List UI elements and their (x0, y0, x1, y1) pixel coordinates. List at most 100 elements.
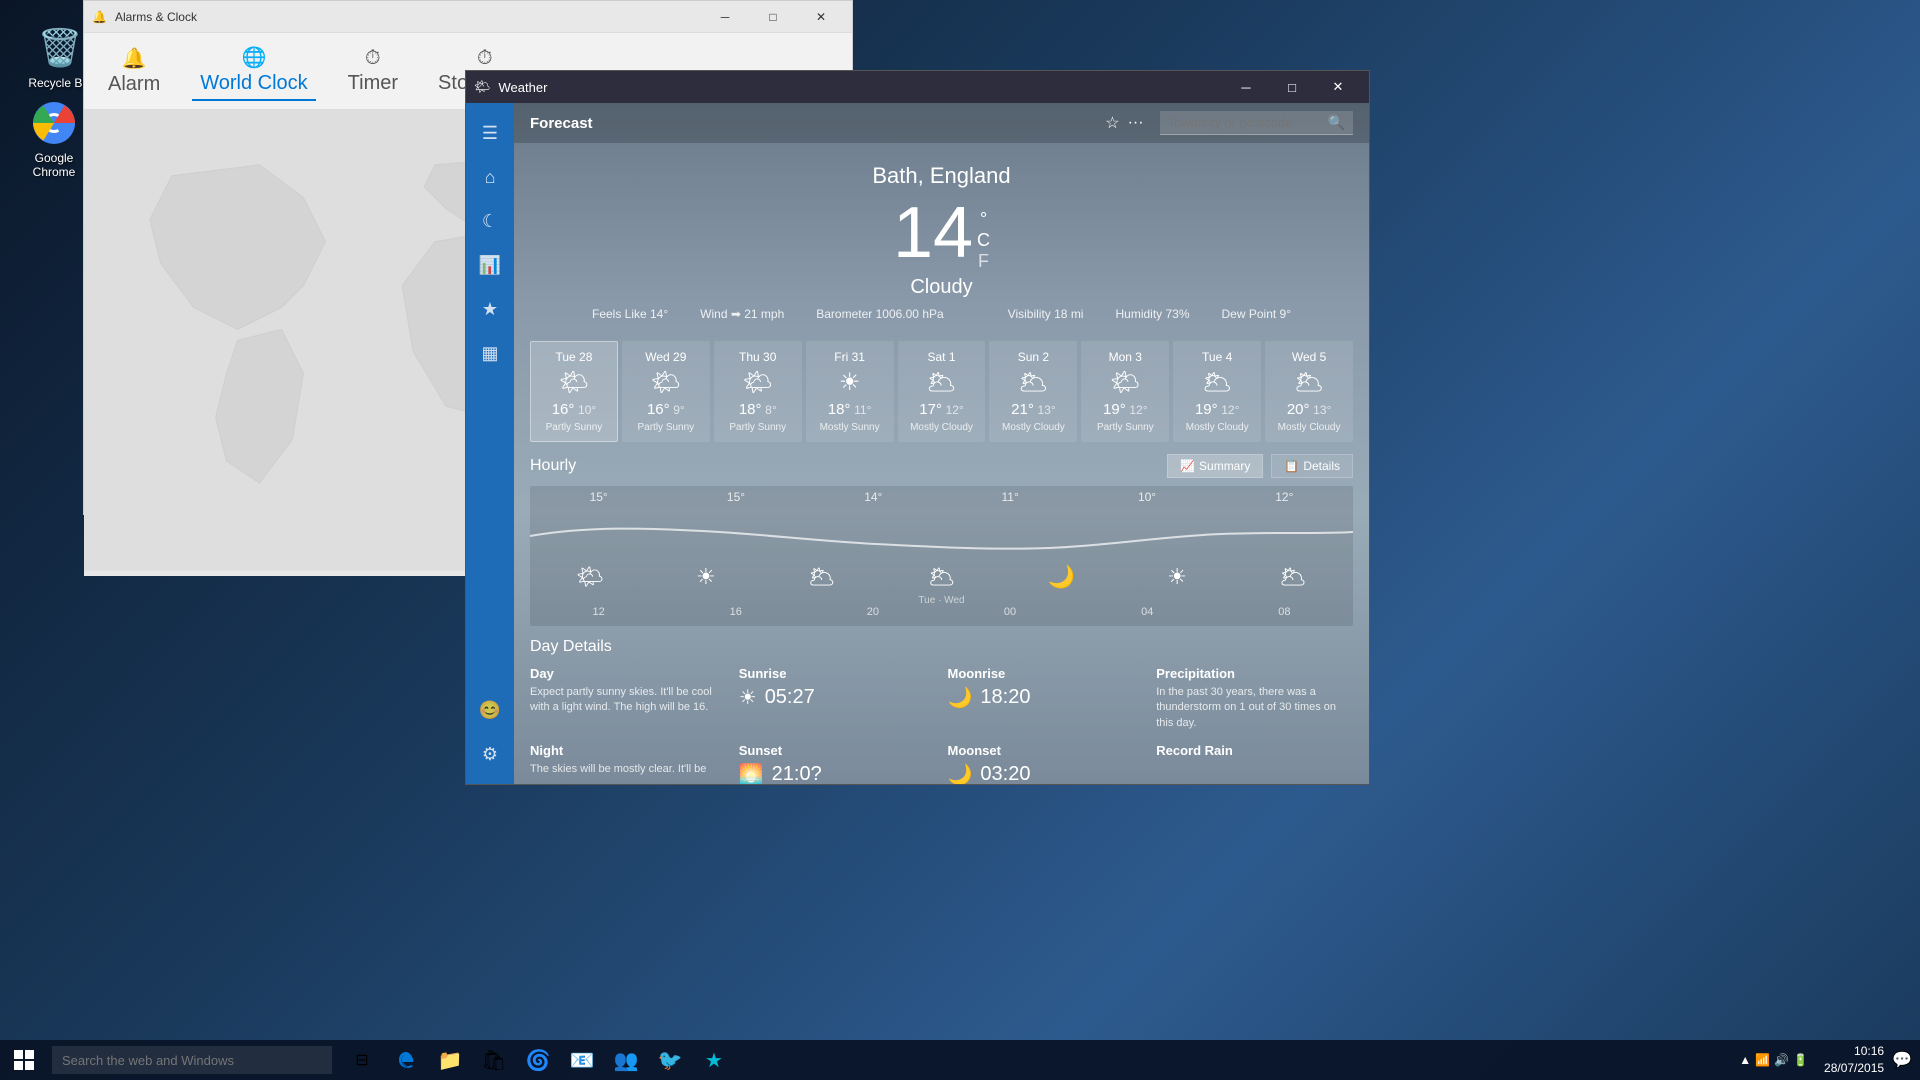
time-label-20: 20 (867, 606, 879, 618)
details-label: Details (1303, 459, 1340, 473)
forecast-day-temps: 16° 9° (629, 401, 703, 418)
forecast-day-2[interactable]: Thu 30 🌤 18° 8° Partly Sunny (714, 341, 802, 442)
taskbar-right: ▲ 📶 🔊 🔋 10:16 28/07/2015 💬 (1739, 1043, 1920, 1077)
day-detail-label: Day (530, 666, 727, 681)
forecast-day-icon: 🌥 (1272, 368, 1346, 397)
sunset-label: Sunset (739, 743, 936, 758)
taskbar-edge-icon[interactable] (384, 1040, 428, 1080)
forecast-day-4[interactable]: Sat 1 🌥 17° 12° Mostly Cloudy (898, 341, 986, 442)
sidebar-home-icon[interactable]: ⌂ (466, 155, 514, 199)
fahrenheit-button[interactable]: F (977, 251, 990, 272)
sunset-detail-card: Sunset 🌅 21:0? (739, 743, 936, 784)
moonrise-label: Moonrise (948, 666, 1145, 681)
hourly-temp-labels: 15° 15° 14° 11° 10° 12° (530, 490, 1353, 504)
taskbar-weather-icon[interactable]: ★ (692, 1040, 736, 1080)
tray-network-icon[interactable]: 📶 (1755, 1053, 1770, 1067)
notifications-icon[interactable]: 💬 (1892, 1050, 1912, 1070)
forecast-day-name: Fri 31 (813, 350, 887, 364)
taskbar-explorer-icon[interactable]: 📁 (428, 1040, 472, 1080)
weather-body: ☰ ⌂ ☾ 📊 ★ ▦ 😊 ⚙ Forecast ☆ ··· 🔍 (466, 103, 1369, 784)
more-options-icon[interactable]: ··· (1128, 114, 1144, 132)
favorite-icon[interactable]: ☆ (1105, 113, 1119, 133)
taskbar-twitter-icon[interactable]: 🐦 (648, 1040, 692, 1080)
sidebar-menu-icon[interactable]: ☰ (466, 111, 514, 155)
sidebar-favorites-icon[interactable]: ★ (466, 287, 514, 331)
weather-section-title: Forecast (530, 115, 1105, 132)
sidebar-settings-icon[interactable]: ⚙ (466, 732, 514, 776)
celsius-button[interactable]: C (977, 230, 990, 251)
alarm-minimize-button[interactable]: ─ (702, 1, 748, 33)
start-button[interactable] (0, 1040, 48, 1080)
taskbar-task-view-icon[interactable]: ⊟ (340, 1040, 384, 1080)
forecast-day-icon: 🌥 (1180, 368, 1254, 397)
nav-timer[interactable]: ⏱ Timer (340, 43, 406, 99)
forecast-day-0[interactable]: Tue 28 🌤 16° 10° Partly Sunny (530, 341, 618, 442)
alarm-app-icon: 🔔 (92, 10, 107, 24)
taskbar-mail-icon[interactable]: 📧 (560, 1040, 604, 1080)
chrome-icon[interactable]: Google Chrome (14, 95, 94, 183)
tray-volume-icon[interactable]: 🔊 (1774, 1053, 1789, 1067)
weather-header-actions: ☆ ··· 🔍 (1105, 111, 1353, 135)
temp-units: ° C F (977, 209, 990, 272)
tray-battery-icon[interactable]: 🔋 (1793, 1053, 1808, 1067)
moonset-value: 🌙 03:20 (948, 762, 1145, 784)
current-temp-row: 14 ° C F (514, 197, 1369, 272)
details-button[interactable]: 📋 Details (1271, 454, 1353, 478)
forecast-desc: Mostly Cloudy (905, 422, 979, 433)
forecast-day-7[interactable]: Tue 4 🌥 19° 12° Mostly Cloudy (1173, 341, 1261, 442)
sunset-icon: 🌅 (739, 762, 764, 784)
forecast-high: 16° (647, 401, 670, 418)
weather-maximize-button[interactable]: □ (1269, 71, 1315, 103)
weather-search-input[interactable] (1168, 111, 1328, 134)
forecast-day-8[interactable]: Wed 5 🌥 20° 13° Mostly Cloudy (1265, 341, 1353, 442)
forecast-high: 18° (739, 401, 762, 418)
precipitation-text: In the past 30 years, there was a thunde… (1156, 685, 1353, 731)
taskbar-people-icon[interactable]: 👥 (604, 1040, 648, 1080)
hourly-icon-0: 🌤 (576, 564, 604, 590)
chrome-label: Google Chrome (18, 151, 90, 179)
forecast-day-name: Thu 30 (721, 350, 795, 364)
weather-window-title: Weather (499, 80, 1223, 95)
forecast-day-name: Wed 29 (629, 350, 703, 364)
hourly-icon-6: 🌥 (1279, 564, 1307, 590)
nav-alarm[interactable]: 🔔 Alarm (100, 42, 168, 100)
alarm-maximize-button[interactable]: □ (750, 1, 796, 33)
taskbar-chrome-icon[interactable]: 🌀 (516, 1040, 560, 1080)
taskbar-search-input[interactable] (52, 1046, 332, 1074)
sidebar-location-icon[interactable]: 😊 (466, 688, 514, 732)
moonrise-icon: 🌙 (948, 685, 973, 710)
forecast-day-temps: 21° 13° (996, 401, 1070, 418)
weather-close-button[interactable]: ✕ (1315, 71, 1361, 103)
forecast-day-icon: 🌤 (537, 368, 611, 397)
sidebar-historical-icon[interactable]: ▦ (466, 331, 514, 375)
temp-label-00: 11° (1002, 490, 1019, 504)
forecast-low: 12° (946, 403, 964, 417)
hourly-weather-icons: 🌤 ☀ 🌥 🌥 🌙 ☀ 🌥 (530, 564, 1353, 590)
weather-minimize-button[interactable]: ─ (1223, 71, 1269, 103)
forecast-day-icon: ☀ (813, 368, 887, 397)
sunrise-value: ☀ 05:27 (739, 685, 936, 710)
forecast-day-name: Sun 2 (996, 350, 1070, 364)
forecast-day-3[interactable]: Fri 31 ☀ 18° 11° Mostly Sunny (806, 341, 894, 442)
tray-expand-icon[interactable]: ▲ (1739, 1053, 1751, 1067)
humidity-detail: Humidity 73% (1115, 307, 1189, 321)
sidebar-news-icon[interactable]: ☾ (466, 199, 514, 243)
alarm-close-button[interactable]: ✕ (798, 1, 844, 33)
sidebar-maps-icon[interactable]: 📊 (466, 243, 514, 287)
night-text: The skies will be mostly clear. It'll be (530, 762, 727, 777)
forecast-desc: Partly Sunny (1088, 422, 1162, 433)
moonset-icon: 🌙 (948, 762, 973, 784)
forecast-low: 9° (673, 403, 684, 417)
time-label-04: 04 (1141, 606, 1153, 618)
taskbar-clock[interactable]: 10:16 28/07/2015 (1816, 1043, 1892, 1077)
summary-button[interactable]: 📈 Summary (1167, 454, 1263, 478)
sunrise-detail-card: Sunrise ☀ 05:27 (739, 666, 936, 731)
forecast-day-5[interactable]: Sun 2 🌥 21° 13° Mostly Cloudy (989, 341, 1077, 442)
nav-world-clock[interactable]: 🌐 World Clock (192, 41, 315, 101)
night-label: Night (530, 743, 727, 758)
forecast-desc: Partly Sunny (721, 422, 795, 433)
world-clock-icon: 🌐 (242, 45, 267, 70)
forecast-day-6[interactable]: Mon 3 🌤 19° 12° Partly Sunny (1081, 341, 1169, 442)
forecast-day-1[interactable]: Wed 29 🌤 16° 9° Partly Sunny (622, 341, 710, 442)
taskbar-store-icon[interactable]: 🛍 (472, 1040, 516, 1080)
